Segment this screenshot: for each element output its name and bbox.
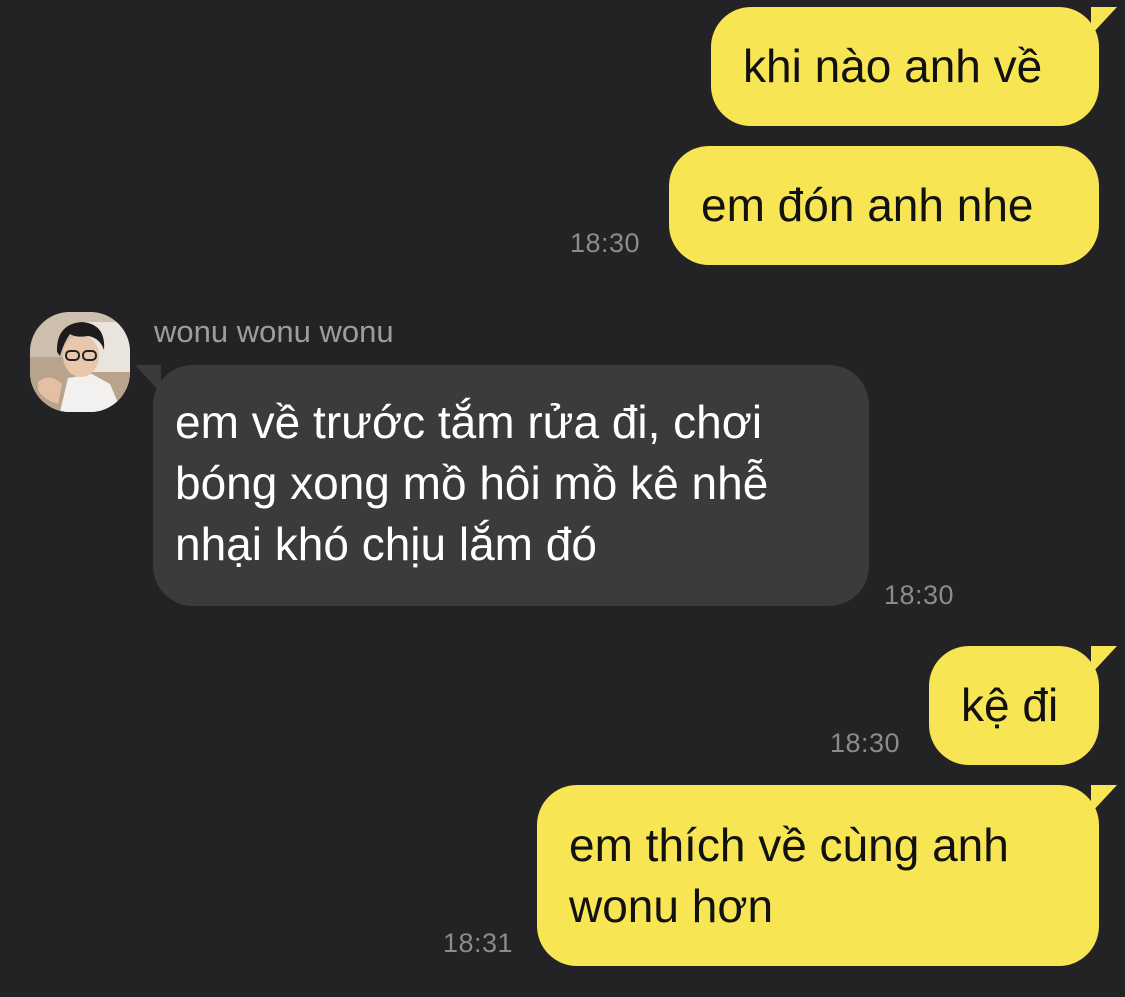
contact-name: wonu wonu wonu xyxy=(154,314,394,349)
message-timestamp: 18:30 xyxy=(570,228,641,258)
profile-photo-icon xyxy=(30,312,130,412)
message-bubble-outgoing[interactable]: em thích về cùng anh wonu hơn xyxy=(537,785,1117,966)
message-text: khi nào anh về xyxy=(743,40,1043,92)
message-timestamp: 18:30 xyxy=(830,728,901,758)
message-text: kệ đi xyxy=(961,679,1059,731)
message-bubble-outgoing[interactable]: kệ đi xyxy=(929,646,1117,765)
bubble-tail xyxy=(135,365,161,393)
message-text: em về trước tắm rửa đi, chơi bóng xong m… xyxy=(175,396,769,570)
bubble-tail xyxy=(1091,646,1117,674)
message-timestamp: 18:31 xyxy=(443,928,514,958)
bubble-tail xyxy=(1091,7,1117,35)
message-bubble-outgoing[interactable]: khi nào anh về xyxy=(711,7,1117,126)
message-text: em thích về cùng anh wonu hơn xyxy=(569,819,1009,932)
message-bubble-outgoing[interactable]: em đón anh nhe xyxy=(669,146,1099,265)
message-text: em đón anh nhe xyxy=(701,179,1034,231)
message-bubble-incoming[interactable]: em về trước tắm rửa đi, chơi bóng xong m… xyxy=(135,365,869,606)
bubble-tail xyxy=(1091,785,1117,813)
contact-avatar[interactable] xyxy=(30,312,130,412)
message-timestamp: 18:30 xyxy=(884,580,955,610)
